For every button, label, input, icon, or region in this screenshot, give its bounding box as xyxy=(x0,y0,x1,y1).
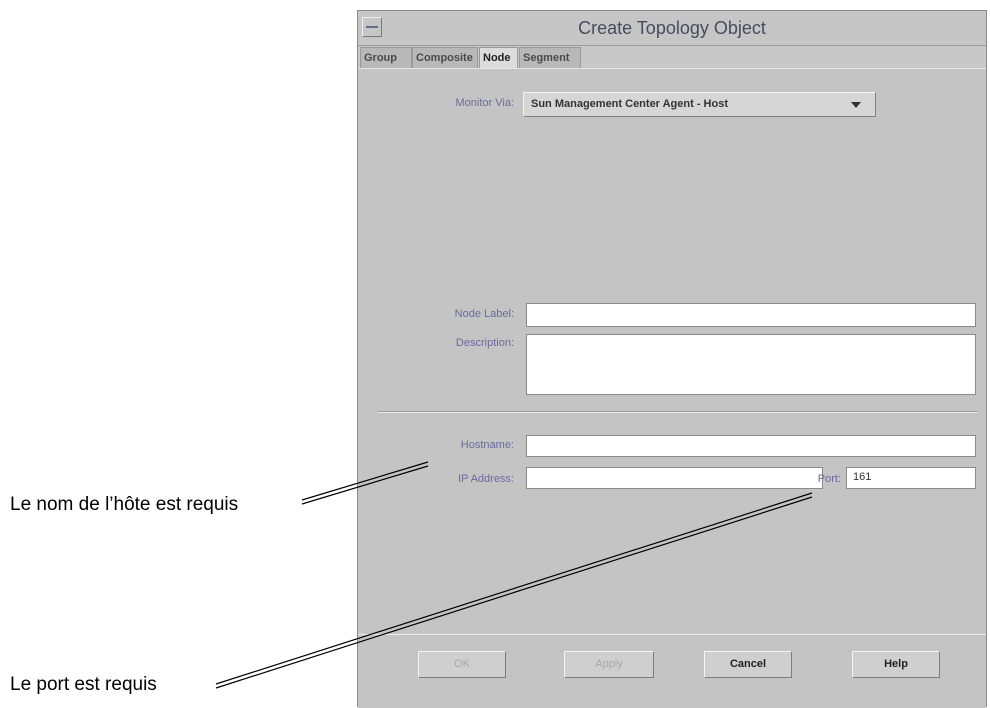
port-leader-line xyxy=(215,492,813,685)
hostname-leader-line xyxy=(301,461,429,501)
port-leader-line-2 xyxy=(215,496,813,689)
annotation-leader-lines xyxy=(215,461,813,689)
hostname-leader-line-2 xyxy=(301,465,429,505)
